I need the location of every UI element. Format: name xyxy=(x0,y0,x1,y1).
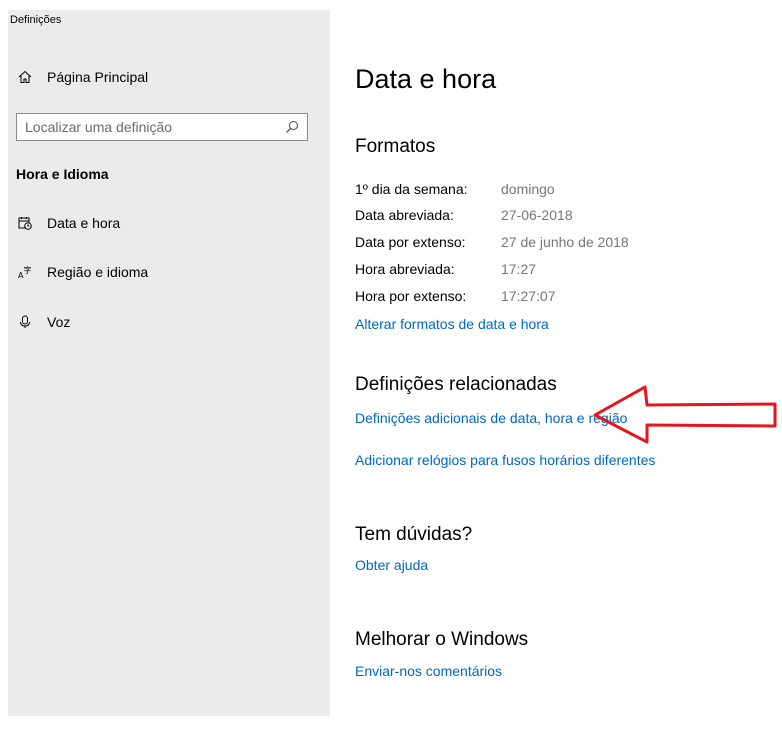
window-title: Definições xyxy=(10,14,62,26)
section-heading: Hora e Idioma xyxy=(16,166,109,182)
add-clocks-link[interactable]: Adicionar relógios para fusos horários d… xyxy=(355,452,655,468)
send-feedback-link[interactable]: Enviar-nos comentários xyxy=(355,663,502,679)
language-icon: A 字 xyxy=(17,264,33,280)
sidebar-item-data-e-hora[interactable]: Data e hora xyxy=(8,208,330,238)
main-content: Data e hora Formatos 1º dia da semana: d… xyxy=(355,0,775,742)
format-key: Hora abreviada: xyxy=(355,261,455,277)
format-value: domingo xyxy=(501,181,555,197)
additional-date-time-region-link[interactable]: Definições adicionais de data, hora e re… xyxy=(355,410,627,426)
format-row: Data abreviada: 27-06-2018 xyxy=(355,207,573,229)
sidebar-item-regiao-e-idioma[interactable]: A 字 Região e idioma xyxy=(8,257,330,287)
get-help-link[interactable]: Obter ajuda xyxy=(355,557,428,573)
sidebar-item-label: Voz xyxy=(47,314,71,330)
format-key: 1º dia da semana: xyxy=(355,181,468,197)
search-box xyxy=(16,113,308,141)
format-row: Data por extenso: 27 de junho de 2018 xyxy=(355,234,629,256)
microphone-icon xyxy=(17,314,33,330)
format-value: 27-06-2018 xyxy=(501,207,573,223)
svg-text:字: 字 xyxy=(24,265,32,275)
format-value: 17:27 xyxy=(501,261,537,277)
format-row: Hora por extenso: 17:27:07 xyxy=(355,288,556,310)
change-formats-link[interactable]: Alterar formatos de data e hora xyxy=(355,316,549,332)
nav-home-label: Página Principal xyxy=(47,69,149,85)
annotation-arrow-icon xyxy=(590,384,780,449)
navigation-pane: Definições Página Principal Hora e Idiom… xyxy=(8,10,330,716)
help-heading: Tem dúvidas? xyxy=(355,524,473,545)
format-value: 27 de junho de 2018 xyxy=(501,234,629,250)
format-key: Data por extenso: xyxy=(355,234,466,250)
home-icon xyxy=(17,69,33,85)
format-value: 17:27:07 xyxy=(501,288,556,304)
search-input[interactable] xyxy=(17,114,285,140)
related-settings-heading: Definições relacionadas xyxy=(355,374,557,395)
nav-home[interactable]: Página Principal xyxy=(8,62,330,92)
page-title: Data e hora xyxy=(355,64,497,94)
format-row: 1º dia da semana: domingo xyxy=(355,181,555,203)
sidebar-item-label: Região e idioma xyxy=(47,264,149,280)
calendar-clock-icon xyxy=(17,215,33,231)
sidebar-item-voz[interactable]: Voz xyxy=(8,307,330,337)
sidebar-item-label: Data e hora xyxy=(47,215,121,231)
format-key: Hora por extenso: xyxy=(355,288,467,304)
search-icon[interactable] xyxy=(285,120,299,134)
format-key: Data abreviada: xyxy=(355,207,454,223)
improve-windows-heading: Melhorar o Windows xyxy=(355,629,529,650)
formats-heading: Formatos xyxy=(355,136,436,157)
format-row: Hora abreviada: 17:27 xyxy=(355,261,536,283)
